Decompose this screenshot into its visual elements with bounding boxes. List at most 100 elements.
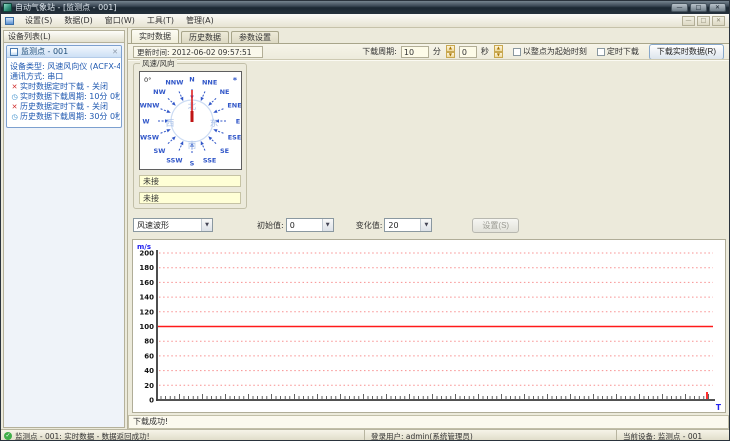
menu-item-window[interactable]: 窗口(W) (99, 14, 141, 27)
minutes-down-icon[interactable]: ▼ (445, 51, 455, 58)
compass-arrow (210, 98, 217, 104)
compass-arrowhead (213, 129, 218, 133)
download-status-message: 下载成功! (128, 415, 729, 429)
status-section-result: ✓ 监测点 - 001: 实时数据 - 数据返回成功! (1, 430, 365, 441)
x-axis-label: T (716, 403, 722, 412)
compass-direction-label: SSE (203, 156, 217, 164)
compass-arrowhead (180, 96, 184, 102)
menu-item-settings[interactable]: 设置(S) (19, 14, 58, 27)
mdi-minimize-button[interactable]: — (682, 15, 695, 26)
compass-direction-label: NE (220, 88, 230, 96)
compass-arrow (160, 108, 168, 112)
chart-svg: 020406080100120140160180200m/sT (137, 243, 722, 412)
wind-group-title: 风速/风向 (140, 59, 177, 68)
initial-value-select[interactable]: 0 ▼ (285, 218, 334, 232)
device-card-header[interactable]: 监测点 - 001 ✕ (7, 46, 121, 58)
window-controls: — □ ✕ (671, 3, 726, 12)
y-tick-label: 180 (139, 264, 154, 272)
timed-download-checkbox-wrap: 定时下载 (596, 46, 639, 57)
mdi-close-button[interactable]: ✕ (712, 15, 725, 26)
app-window: 自动气象站 - [监测点 - 001] — □ ✕ 设置(S) 数据(D) 窗口(W… (0, 0, 730, 441)
minimize-button[interactable]: — (671, 3, 688, 12)
menu-item-tools[interactable]: 工具(T) (141, 14, 180, 27)
wind-group-box: 风速/风向 N NNE NE ENE E ESE SE SSE S SSW SW WSW W WNW NW N… (133, 59, 247, 209)
tab-parameter-settings[interactable]: 参数设置 (231, 31, 279, 43)
tab-history-data[interactable]: 历史数据 (181, 31, 229, 43)
seconds-down-icon[interactable]: ▼ (493, 51, 503, 58)
y-axis-unit-label: m/s (137, 243, 151, 251)
y-tick-label: 140 (139, 294, 154, 302)
card-pin-icon[interactable]: ✕ (112, 48, 118, 56)
maximize-button[interactable]: □ (690, 3, 707, 12)
change-value-label: 变化值: (355, 220, 383, 230)
compass-arrow (216, 108, 224, 112)
y-tick-label: 100 (139, 323, 154, 331)
toolbar-separator (128, 59, 729, 61)
compass-direction-label: N (189, 76, 194, 84)
device-info-line: 设备类型: 风速风向仪 (ACFX-4) (10, 62, 120, 71)
settings-button[interactable]: 设置(S) (472, 217, 520, 233)
clock-icon: ◷ (11, 112, 18, 121)
close-red-icon: ✕ (11, 82, 18, 91)
device-info-line: 通讯方式: 串口 (10, 72, 64, 81)
device-card[interactable]: 监测点 - 001 ✕ 设备类型: 风速风向仪 (ACFX-4) 通讯方式: 串口… (6, 45, 122, 128)
compass-direction-label: ESE (228, 134, 241, 142)
status-section-device: 当前设备: 监测点 - 001 (617, 430, 729, 441)
compass-direction-label: E (236, 118, 240, 126)
device-list-header: 设备列表(L) (3, 30, 125, 43)
mdi-restore-button[interactable]: □ (697, 15, 710, 26)
device-list-sidebar: 设备列表(L) 监测点 - 001 ✕ 设备类型: 风速风向仪 (ACFX-4)… (3, 30, 125, 428)
change-value-select[interactable]: 20 ▼ (384, 218, 433, 232)
change-value: 20 (388, 220, 399, 230)
compass-cn-label: 西 (166, 119, 175, 129)
compass-direction-label: SE (220, 147, 229, 155)
y-tick-label: 160 (139, 279, 154, 287)
compass-direction-label: ENE (227, 101, 241, 109)
close-button[interactable]: ✕ (709, 3, 726, 12)
clock-icon: ◷ (11, 92, 18, 101)
device-status-text: 实时数据下载周期: 10分 0秒 (20, 92, 120, 101)
y-tick-label: 40 (144, 367, 154, 375)
update-time-value: 2012-06-02 09:57:51 (171, 47, 252, 57)
minutes-stepper[interactable]: ▲ ▼ (445, 45, 455, 58)
y-tick-label: 20 (144, 382, 154, 390)
compass-arrow (210, 138, 217, 144)
compass-cn-label: 东 (210, 118, 219, 129)
device-card-title: 监测点 - 001 (21, 47, 69, 56)
waveform-select[interactable]: 风速波形 ▼ (133, 218, 213, 232)
device-icon (10, 47, 18, 56)
compass-arrow (167, 98, 174, 104)
device-status-line: ✕ 实时数据定时下载 - 关闭 (10, 82, 120, 92)
compass-direction-label: S (190, 160, 195, 168)
y-tick-label: 0 (149, 397, 154, 405)
status-result-text: 监测点 - 001: 实时数据 - 数据返回成功! (15, 431, 150, 441)
minutes-input[interactable]: 10 (400, 45, 429, 58)
menu-item-admin[interactable]: 管理(A) (180, 14, 220, 27)
timed-download-checkbox-label: 定时下载 (606, 47, 639, 56)
compass-direction-label: SW (154, 147, 166, 155)
toolbar: 更新时间: 2012-06-02 09:57:51 下载周期: 10 分 ▲ ▼ … (128, 43, 729, 60)
seconds-stepper[interactable]: ▲ ▼ (493, 45, 503, 58)
menu-item-data[interactable]: 数据(D) (58, 14, 98, 27)
timed-download-checkbox[interactable] (596, 47, 605, 56)
chart-panel: 0 20 40 60 80 100 120 140 160 180 200 m/s T (132, 239, 726, 413)
download-realtime-button[interactable]: 下载实时数据(R) (648, 43, 724, 60)
tab-realtime-data[interactable]: 实时数据 (131, 29, 179, 43)
mdi-window-buttons: — □ ✕ (682, 15, 725, 26)
wind-speed-field: 未接 (139, 192, 241, 204)
device-card-body: 设备类型: 风速风向仪 (ACFX-4) 通讯方式: 串口 ✕ 实时数据定时下载 - … (7, 58, 121, 127)
waveform-selected-value: 风速波形 (137, 220, 169, 230)
compass-arrowhead (200, 96, 204, 102)
menu-bar: 设置(S) 数据(D) 窗口(W) 工具(T) 管理(A) — □ ✕ (1, 14, 729, 28)
status-device-text: 当前设备: 监测点 - 001 (623, 431, 703, 441)
initial-value-label: 初始值: (257, 220, 284, 230)
seconds-input[interactable]: 0 (458, 45, 477, 58)
tab-strip: 实时数据 历史数据 参数设置 (131, 29, 279, 43)
compass-arrowhead (166, 109, 171, 113)
compass-direction-label: NNE (202, 79, 217, 87)
device-list-body: 监测点 - 001 ✕ 设备类型: 风速风向仪 (ACFX-4) 通讯方式: 串口… (3, 43, 125, 428)
compass-svg: NNNENEENEEESESESSESSSWSWWSWWWNWNWNNW北南西东… (140, 76, 242, 168)
y-tick-label: 120 (139, 308, 154, 316)
align-start-checkbox[interactable] (512, 47, 521, 56)
compass-arrow (160, 130, 168, 134)
